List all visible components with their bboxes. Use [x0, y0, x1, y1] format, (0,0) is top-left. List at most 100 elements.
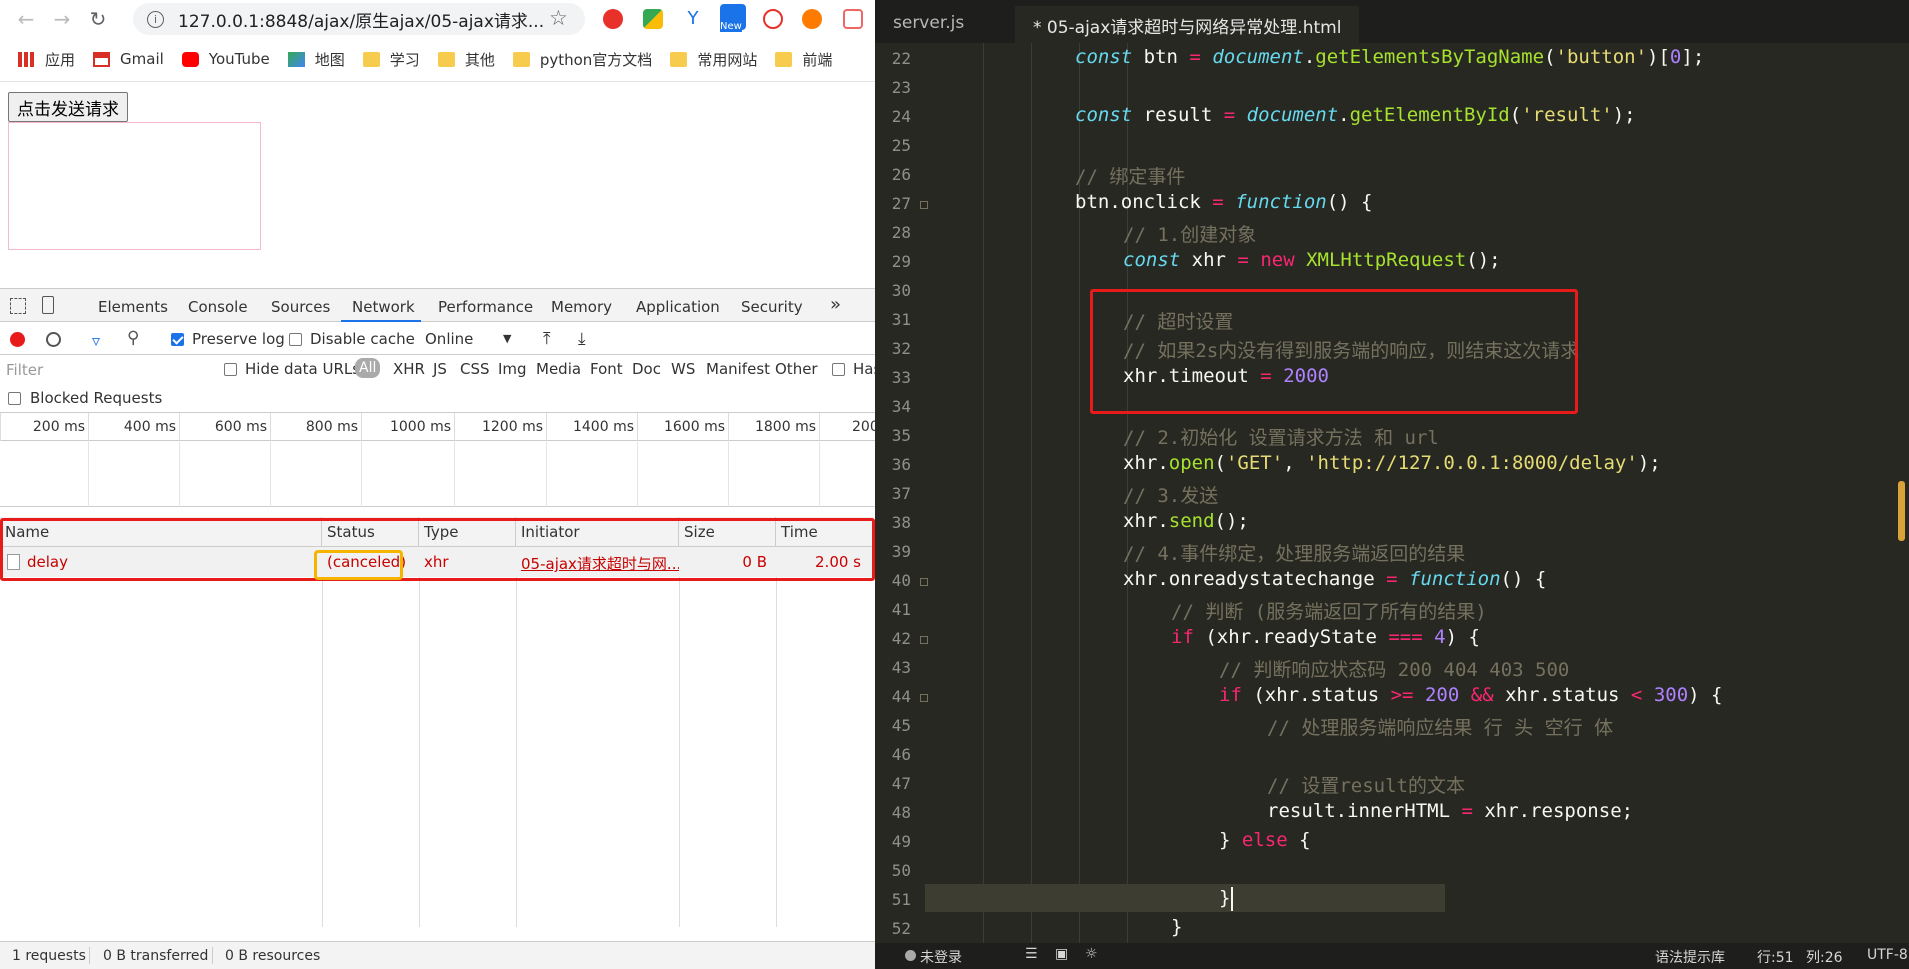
type-filter-font[interactable]: Font [590, 360, 623, 378]
tab-performance[interactable]: Performance [438, 298, 533, 316]
inspect-icon[interactable] [10, 298, 26, 314]
code-line: } [1171, 916, 1183, 938]
code-line: xhr.send(); [1123, 510, 1249, 532]
code-line: if (xhr.readyState === 4) { [1171, 626, 1480, 648]
extension-icon[interactable]: New [720, 4, 746, 32]
preserve-log-checkbox[interactable] [171, 333, 184, 346]
bookmark-folder-other[interactable]: 其他 [437, 49, 495, 70]
bookmark-star-icon[interactable]: ☆ [549, 6, 568, 30]
gmail-icon [93, 51, 111, 67]
hide-data-urls-checkbox[interactable] [224, 363, 237, 376]
timeline-tick: 1200 ms [454, 413, 546, 441]
forward-icon[interactable]: → [44, 1, 80, 37]
clear-icon[interactable] [46, 332, 61, 347]
tab-server-js[interactable]: server.js [875, 6, 982, 43]
type-filter-css[interactable]: CSS [460, 360, 490, 378]
folder-icon [512, 51, 530, 67]
timeline-tick: 1600 ms [637, 413, 728, 441]
extension-icon[interactable] [802, 9, 822, 29]
extension-icon[interactable] [763, 9, 783, 29]
image-icon[interactable]: ▣ [1055, 946, 1068, 962]
extension-icon[interactable] [603, 9, 623, 29]
devtools-panel: Elements Console Sources Network Perform… [0, 288, 875, 969]
encoding[interactable]: UTF-8 [1867, 947, 1908, 963]
type-filter-all[interactable]: All [355, 358, 381, 378]
code-line: result.innerHTML = xhr.response; [1267, 800, 1634, 822]
disable-cache-checkbox[interactable] [289, 333, 302, 346]
throttle-select[interactable]: Online ▼ [425, 330, 515, 348]
syntax-hint-lib[interactable]: 语法提示库 [1655, 947, 1725, 967]
type-filter-other[interactable]: Other [775, 360, 818, 378]
timeline-ruler: 200 ms 400 ms 600 ms 800 ms 1000 ms 1200… [0, 413, 875, 441]
network-summary-bar: 1 requests 0 B transferred 0 B resources [0, 941, 875, 969]
tab-console[interactable]: Console [188, 298, 248, 316]
timeline-tick: 200 ms [0, 413, 88, 441]
extension-icon[interactable] [843, 9, 863, 29]
youtube-icon [181, 51, 199, 67]
tab-elements[interactable]: Elements [98, 298, 168, 316]
bookmark-youtube[interactable]: YouTube [181, 50, 270, 68]
timeline-tick: 600 ms [179, 413, 270, 441]
tab-memory[interactable]: Memory [551, 298, 612, 316]
tab-security[interactable]: Security [741, 298, 803, 316]
tab-current-file[interactable]: * 05-ajax请求超时与网络异常处理.html [1015, 6, 1360, 43]
user-icon[interactable] [905, 950, 916, 961]
type-filter-media[interactable]: Media [536, 360, 581, 378]
tab-network[interactable]: Network [352, 298, 415, 316]
type-filter-doc[interactable]: Doc [632, 360, 661, 378]
record-icon[interactable] [10, 332, 25, 347]
search-icon[interactable]: ⚲ [127, 328, 139, 348]
more-tabs-icon[interactable]: » [830, 294, 841, 315]
type-filter-xhr[interactable]: XHR [393, 360, 425, 378]
highlight-box-orange [314, 550, 403, 580]
reload-icon[interactable]: ↻ [80, 1, 116, 37]
code-line: // 4.事件绑定，处理服务端返回的结果 [1123, 543, 1466, 565]
code-line: if (xhr.status >= 200 && xhr.status < 30… [1219, 684, 1723, 706]
import-har-icon[interactable]: ⤒ [543, 329, 551, 349]
info-icon[interactable]: i [147, 10, 164, 28]
bookmark-gmail[interactable]: Gmail [93, 50, 164, 68]
export-har-icon[interactable]: ⤓ [578, 329, 586, 349]
bookmark-folder-python[interactable]: python官方文档 [512, 49, 652, 70]
bookmark-maps[interactable]: 地图 [287, 49, 345, 70]
type-filter-ws[interactable]: WS [671, 360, 695, 378]
back-icon[interactable]: ← [8, 1, 44, 37]
new-badge: New [720, 21, 742, 32]
globe-icon[interactable]: ☼ [1085, 946, 1098, 962]
bookmark-apps[interactable]: 应用 [18, 49, 75, 70]
devtools-tabbar: Elements Console Sources Network Perform… [0, 289, 875, 322]
apps-icon [18, 51, 35, 67]
extension-icon[interactable]: Y [683, 9, 703, 29]
text-cursor [1231, 887, 1233, 911]
has-blocked-cookies-checkbox[interactable] [832, 363, 845, 376]
code-line: const xhr = new XMLHttpRequest(); [1123, 249, 1501, 271]
filter-icon[interactable]: ▿ [92, 331, 100, 350]
login-status[interactable]: 未登录 [920, 947, 962, 967]
code-line: // 判断 (服务端返回了所有的结果) [1171, 601, 1487, 623]
filter-input[interactable]: Filter [6, 361, 206, 379]
editor-tabbar: server.js * 05-ajax请求超时与网络异常处理.html [875, 0, 1909, 43]
type-filter-manifest[interactable]: Manifest [706, 360, 770, 378]
tab-application[interactable]: Application [636, 298, 720, 316]
tab-sources[interactable]: Sources [271, 298, 330, 316]
timeline-tick: 400 ms [88, 413, 179, 441]
disable-cache-label: Disable cache [310, 330, 415, 348]
type-filter-js[interactable]: JS [433, 360, 447, 378]
bookmark-folder-frontend[interactable]: 前端 [775, 49, 832, 70]
code-line: btn.onclick = function() { [1075, 191, 1373, 213]
blocked-requests-checkbox[interactable] [8, 392, 21, 405]
extension-icon[interactable] [643, 9, 663, 29]
bookmarks-bar: 应用 Gmail YouTube 地图 学习 其他 python官方文档 常用网… [0, 43, 875, 75]
url-bar[interactable]: i 127.0.0.1:8848/ajax/原生ajax/05-ajax请求..… [133, 3, 585, 35]
scrollbar-thumb[interactable] [1898, 481, 1905, 541]
network-toolbar: ▿ ⚲ Preserve log Disable cache Online ▼ ⤒… [0, 323, 875, 355]
bookmark-folder-sites[interactable]: 常用网站 [670, 49, 757, 70]
list-icon[interactable]: ☰ [1025, 946, 1038, 962]
timeline-overview[interactable] [0, 441, 875, 507]
has-blocked-label: Has [853, 360, 875, 378]
type-filter-img[interactable]: Img [498, 360, 527, 378]
code-area[interactable]: const btn = document.getElementsByTagNam… [875, 43, 1895, 943]
send-request-button[interactable]: 点击发送请求 [8, 92, 128, 122]
bookmark-folder-study[interactable]: 学习 [362, 49, 420, 70]
device-toolbar-icon[interactable] [42, 296, 54, 314]
